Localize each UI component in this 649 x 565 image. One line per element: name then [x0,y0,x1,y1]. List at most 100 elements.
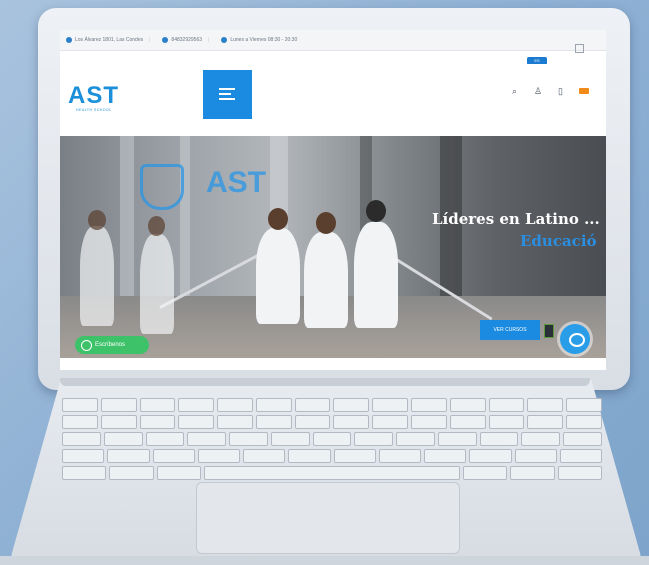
keyboard-key [62,398,98,412]
menu-bar [219,98,235,100]
keyboard-key [527,415,564,429]
cart-badge[interactable] [579,88,589,94]
keyboard-key [152,449,195,463]
keyboard-key [566,398,602,412]
keyboard-key [107,449,150,463]
keyboard-key [424,449,467,463]
phone-icon [544,324,554,338]
browser-screen: Los Álvarez 1801, Las Condes | 848329295… [60,30,606,370]
keyboard-key [243,449,286,463]
hero-person-head [88,210,106,230]
keyboard-key [372,398,409,412]
keyboard-key [396,432,435,446]
keyboard-key [510,466,555,480]
keyboard-key [100,398,137,412]
hero-person-head [268,208,288,230]
keyboard-key [333,449,376,463]
divider: | [149,37,151,43]
keyboard-key [411,398,447,412]
hero-person [304,232,348,328]
hero-person-head [316,212,336,234]
keyboard-key [563,432,602,446]
keyboard-key [333,398,370,412]
hero-banner: AST Líderes en Latino ... Educació VER C… [60,136,606,358]
keyboard-row [62,398,602,412]
shield-icon [140,164,184,210]
top-info-bar: Los Álvarez 1801, Las Condes | 848329295… [60,30,606,53]
keyboard-key [557,466,602,480]
keyboard-key [156,466,201,480]
view-courses-button[interactable]: VER CURSOS [480,320,540,340]
hero-title: Líderes en Latino ... [432,210,600,228]
keyboard-key [217,398,253,412]
keyboard-row [62,432,602,446]
whatsapp-label: Escríbenos [95,342,126,348]
keyboard-key [62,449,105,463]
keyboard-key [294,398,331,412]
location-icon [66,37,72,43]
whatsapp-icon [81,340,92,351]
keyboard-key [270,432,310,446]
keyboard-key [378,449,421,463]
keyboard-key [229,432,268,446]
laptop-front-edge [0,556,649,565]
hero-person [354,222,398,328]
keyboard-key [437,432,477,446]
keyboard-key [62,466,107,480]
main-nav: AST HEALTH SCHOOL ⌕ ♙ ▯ [60,64,606,134]
hero-person-head [366,200,386,222]
hero-person-head [148,216,165,236]
keyboard-key [449,415,486,429]
hamburger-menu-button[interactable] [203,70,252,119]
hero-subtitle: Educació [520,232,597,250]
phone-text[interactable]: 84832929563 [171,37,202,43]
keyboard-key [411,415,447,429]
user-icon[interactable]: ♙ [534,86,542,97]
phone-item[interactable]: 84832929563 [162,37,202,43]
keyboard-key [288,449,331,463]
menu-bar [219,88,235,90]
keyboard-key [100,415,137,429]
cart-icon[interactable]: ▯ [558,86,563,97]
keyboard-key [178,415,215,429]
menu-bar [219,93,231,95]
keyboard-key [217,415,253,429]
keyboard-key [139,415,176,429]
keyboard-row [62,449,602,463]
keyboard-key [255,415,292,429]
keyboard-key [488,398,525,412]
phone-icon [162,37,169,43]
keyboard-row [62,415,602,429]
chat-icon[interactable] [560,324,590,354]
keyboard-key [333,415,370,429]
whatsapp-button[interactable]: Escríbenos [75,336,149,354]
hero-person [80,226,114,326]
keyboard-key [514,449,557,463]
keyboard-key [139,398,176,412]
keyboard-row [62,466,602,480]
keyboard-key [203,466,460,480]
address-text: Los Álvarez 1801, Las Condes [75,37,144,43]
hours-text: Lunes a Viernes 08:30 - 20:30 [230,37,298,43]
keyboard-key [145,432,185,446]
keyboard-key [479,432,519,446]
keyboard [62,398,602,480]
keyboard-key [462,466,508,480]
hero-person [256,228,300,324]
keyboard-key [469,449,512,463]
laptop-hinge [60,378,590,386]
keyboard-key [197,449,240,463]
keyboard-key [255,398,292,412]
keyboard-key [62,415,98,429]
keyboard-key [294,415,331,429]
search-icon[interactable]: ⌕ [512,86,517,97]
keyboard-key [521,432,561,446]
address-item: Los Álvarez 1801, Las Condes [66,37,143,43]
keyboard-key [178,398,215,412]
window-icon[interactable] [575,44,584,53]
site-logo[interactable]: AST [68,82,119,110]
touchpad [196,482,460,554]
keyboard-key [354,432,394,446]
keyboard-key [559,449,602,463]
hero-logo-text: AST [206,166,266,199]
